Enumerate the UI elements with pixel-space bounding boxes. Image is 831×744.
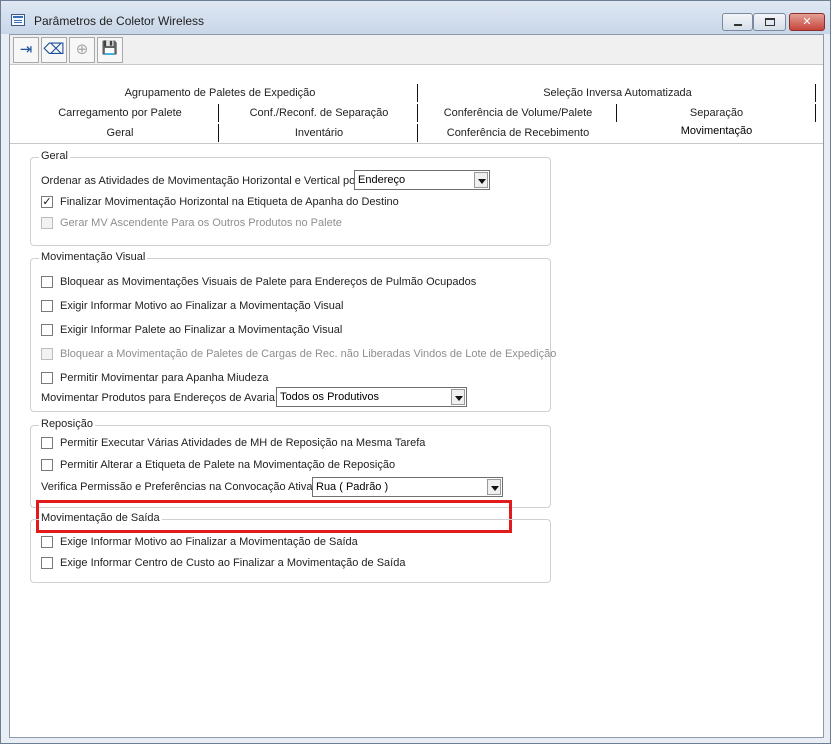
group-geral: Geral Ordenar as Atividades de Movimenta… (30, 150, 551, 246)
chevron-down-icon[interactable] (487, 479, 501, 495)
visual-item: Bloquear a Movimentação de Paletes de Ca… (41, 346, 556, 362)
clear-button[interactable]: ⌫ (41, 37, 67, 63)
group-title: Reposição (39, 418, 95, 430)
reposicao-label-0: Permitir Executar Várias Atividades de M… (60, 437, 426, 449)
finalize-label: Finalizar Movimentação Horizontal na Eti… (60, 196, 399, 208)
maximize-button[interactable] (753, 13, 786, 31)
visual-label-3: Bloquear a Movimentação de Paletes de Ca… (60, 348, 557, 360)
app-icon (11, 14, 25, 26)
visual-label-4: Permitir Movimentar para Apanha Miudeza (60, 372, 269, 384)
order-select-value: Endereço (358, 174, 406, 186)
group-title: Movimentação Visual (39, 251, 148, 263)
verifica-row: Verifica Permissão e Preferências na Con… (41, 477, 551, 497)
close-button[interactable]: ✕ (789, 13, 825, 31)
tab-separator (815, 104, 816, 122)
tab-separator (218, 124, 219, 142)
saida-item[interactable]: Exige Informar Centro de Custo ao Finali… (41, 555, 551, 571)
tab-separacao[interactable]: Separação (618, 104, 815, 124)
verifica-select[interactable]: Rua ( Padrão ) (312, 477, 503, 497)
toolbar: ⇥ ⌫ ⊕ 💾 (10, 35, 823, 65)
reposicao-checkbox-0[interactable] (41, 437, 53, 449)
visual-checkbox-1[interactable] (41, 300, 53, 312)
eraser-icon: ⌫ (43, 40, 65, 58)
reposicao-checkbox-1[interactable] (41, 459, 53, 471)
saida-item[interactable]: Exige Informar Motivo ao Finalizar a Mov… (41, 534, 551, 550)
visual-item[interactable]: Bloquear as Movimentações Visuais de Pal… (41, 274, 551, 290)
tab-agrupamento-paletes[interactable]: Agrupamento de Paletes de Expedição (40, 84, 400, 104)
minimize-icon (734, 24, 742, 26)
visual-item[interactable]: Permitir Movimentar para Apanha Miudeza (41, 370, 551, 386)
tab-strip: Agrupamento de Paletes de Expedição Sele… (10, 65, 823, 143)
tab-separator (815, 84, 816, 102)
tab-selecao-inversa[interactable]: Seleção Inversa Automatizada (420, 84, 815, 104)
reposicao-label-1: Permitir Alterar a Etiqueta de Palete na… (60, 459, 396, 471)
saida-checkbox-0[interactable] (41, 536, 53, 548)
tab-separator (218, 104, 219, 122)
avaria-row: Movimentar Produtos para Endereços de Av… (41, 387, 551, 407)
saida-label-0: Exige Informar Motivo ao Finalizar a Mov… (60, 536, 358, 548)
order-row: Ordenar as Atividades de Movimentação Ho… (41, 170, 541, 190)
tab-conf-reconf-separacao[interactable]: Conf./Reconf. de Separação (220, 104, 418, 124)
visual-checkbox-0[interactable] (41, 276, 53, 288)
minimize-button[interactable] (722, 13, 753, 31)
saida-label-1: Exige Informar Centro de Custo ao Finali… (60, 557, 406, 569)
order-select[interactable]: Endereço (354, 170, 490, 190)
tab-conferencia-volume[interactable]: Conferência de Volume/Palete (420, 104, 616, 124)
avaria-select[interactable]: Todos os Produtivos (276, 387, 467, 407)
tab-separator (417, 104, 418, 122)
chevron-down-icon[interactable] (474, 172, 488, 188)
maximize-icon (765, 18, 775, 26)
visual-item[interactable]: Exigir Informar Palete ao Finalizar a Mo… (41, 322, 551, 338)
visual-checkbox-2[interactable] (41, 324, 53, 336)
save-icon: 💾 (101, 41, 119, 56)
visual-label-1: Exigir Informar Motivo ao Finalizar a Mo… (60, 300, 344, 312)
group-movimentacao-saida: Movimentação de Saída Exige Informar Mot… (30, 512, 551, 583)
avaria-label: Movimentar Produtos para Endereços de Av… (41, 392, 275, 404)
tab-carregamento-palete[interactable]: Carregamento por Palete (20, 104, 220, 124)
exit-icon: ⇥ (19, 40, 33, 58)
exit-button[interactable]: ⇥ (13, 37, 39, 63)
add-button: ⊕ (69, 37, 95, 63)
visual-item[interactable]: Exigir Informar Motivo ao Finalizar a Mo… (41, 298, 551, 314)
finalize-checkbox[interactable]: ✓ (41, 196, 53, 208)
tab-inventario[interactable]: Inventário (220, 124, 418, 144)
save-button[interactable]: 💾 (97, 37, 123, 63)
avaria-select-value: Todos os Produtivos (280, 391, 380, 403)
order-label: Ordenar as Atividades de Movimentação Ho… (41, 175, 359, 187)
visual-checkbox-3 (41, 348, 53, 360)
tab-content-movimentacao: Geral Ordenar as Atividades de Movimenta… (10, 143, 823, 737)
gerar-checkbox (41, 217, 53, 229)
tab-separator (417, 84, 418, 102)
tab-conferencia-recebimento[interactable]: Conferência de Recebimento (420, 124, 616, 144)
visual-label-0: Bloquear as Movimentações Visuais de Pal… (60, 276, 477, 288)
tab-separator (417, 124, 418, 142)
verifica-label: Verifica Permissão e Preferências na Con… (41, 481, 313, 493)
reposicao-item[interactable]: Permitir Alterar a Etiqueta de Palete na… (41, 457, 551, 473)
tab-separator (616, 104, 617, 122)
window-title: Parâmetros de Coletor Wireless (34, 14, 205, 28)
finalize-row[interactable]: ✓ Finalizar Movimentação Horizontal na E… (41, 194, 541, 210)
group-movimentacao-visual: Movimentação Visual Bloquear as Moviment… (30, 251, 556, 412)
group-title: Movimentação de Saída (39, 512, 162, 524)
tab-movimentacao[interactable]: Movimentação (618, 122, 815, 142)
gerar-row: Gerar MV Ascendente Para os Outros Produ… (41, 215, 541, 231)
chevron-down-icon[interactable] (451, 389, 465, 405)
gerar-label: Gerar MV Ascendente Para os Outros Produ… (60, 217, 342, 229)
verifica-select-value: Rua ( Padrão ) (316, 481, 389, 493)
saida-checkbox-1[interactable] (41, 557, 53, 569)
group-reposicao: Reposição Permitir Executar Várias Ativi… (30, 418, 551, 508)
visual-label-2: Exigir Informar Palete ao Finalizar a Mo… (60, 324, 343, 336)
tab-geral[interactable]: Geral (20, 124, 220, 144)
group-title: Geral (39, 150, 70, 162)
app-window: Parâmetros de Coletor Wireless ✕ ⇥ ⌫ ⊕ 💾… (0, 0, 831, 744)
client-area: ⇥ ⌫ ⊕ 💾 Agrupamento de Paletes de Expedi… (9, 34, 824, 738)
reposicao-item[interactable]: Permitir Executar Várias Atividades de M… (41, 435, 551, 451)
title-bar[interactable]: Parâmetros de Coletor Wireless ✕ (1, 1, 830, 34)
visual-checkbox-4[interactable] (41, 372, 53, 384)
add-circle-icon: ⊕ (75, 40, 89, 58)
